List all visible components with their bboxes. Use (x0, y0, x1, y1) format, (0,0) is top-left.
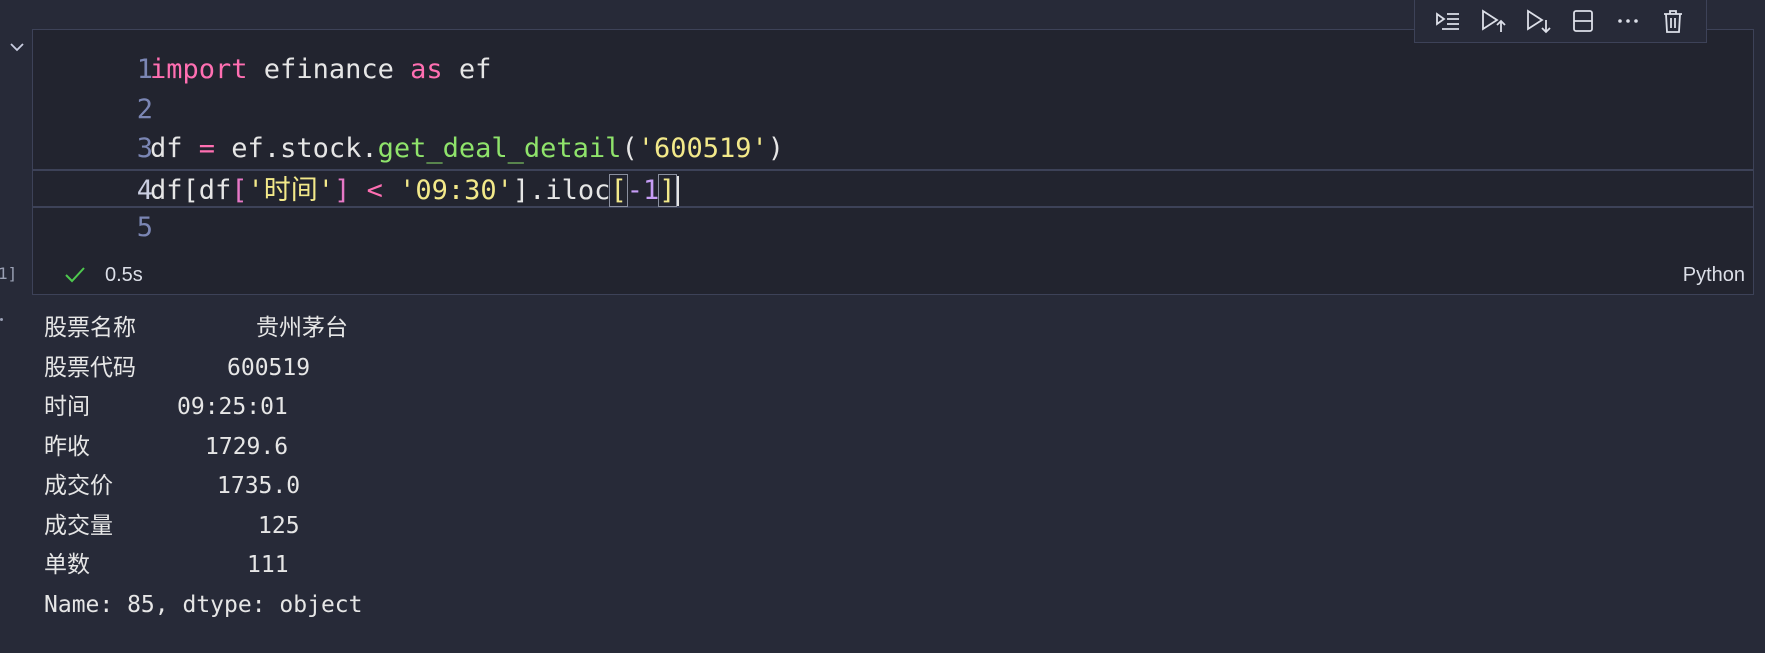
bracket-token: ] (334, 174, 351, 206)
dtype-footer: Name: 85, dtype: object (44, 591, 363, 618)
series-value: 111 (247, 552, 289, 578)
module-token: efinance (247, 54, 411, 85)
alias-token: ef (442, 54, 492, 85)
delete-cell-button[interactable] (1658, 6, 1688, 36)
code-text: df = ef.stock.get_deal_detail('600519') (150, 129, 784, 169)
series-index: 股票名称 (44, 315, 136, 341)
series-value: 600519 (227, 354, 311, 381)
execute-above-button[interactable] (1478, 6, 1508, 36)
line-number: 5 (136, 212, 153, 243)
paren-token: ) (767, 133, 785, 164)
series-value: 1735.0 (217, 473, 301, 499)
keyword-token: import (150, 54, 248, 85)
code-text: import efinance as ef (150, 50, 491, 90)
kernel-language-picker[interactable]: Python (1683, 264, 1745, 287)
series-value: 1729.6 (205, 433, 289, 460)
line-number: 3 (136, 133, 153, 164)
cell-status: 0.5s (63, 263, 143, 287)
code-line-1[interactable]: 1 import efinance as ef (33, 50, 1753, 90)
more-icon (1618, 19, 1639, 23)
variable-token: df[df (150, 174, 232, 206)
line-number: 2 (136, 93, 153, 125)
line-number: 4 (136, 174, 153, 206)
line-number: 1 (136, 54, 153, 85)
series-index: 昨收 (44, 433, 90, 460)
code-line-3[interactable]: 3 df = ef.stock.get_deal_detail('600519'… (33, 129, 1753, 169)
code-line-2[interactable]: 2 (33, 90, 1753, 130)
variable-token: df (150, 133, 199, 164)
check-icon (65, 267, 85, 283)
bracket-token: [ (609, 173, 628, 207)
function-token: get_deal_detail (377, 133, 622, 164)
execution-time: 0.5s (105, 263, 143, 286)
text-cursor (676, 176, 679, 206)
string-token: '时间' (247, 174, 335, 206)
number-token: -1 (626, 174, 660, 206)
code-text: df[df['时间'] < '09:30'].iloc[-1] (150, 171, 679, 211)
run-by-line-icon (1435, 12, 1459, 30)
series-index: 时间 (44, 394, 90, 420)
object-token: ef.stock. (215, 133, 378, 164)
split-cell-icon (1573, 10, 1593, 32)
series-index: 成交量 (44, 512, 113, 539)
execute-below-button[interactable] (1523, 6, 1553, 36)
series-index: 成交价 (44, 473, 113, 499)
code-cell[interactable]: 1 import efinance as ef 2 3 df = ef.stoc… (32, 29, 1754, 295)
execution-count: 1] (0, 264, 18, 283)
keyword-token: as (410, 54, 443, 85)
execute-above-icon (1481, 9, 1506, 32)
more-actions-button[interactable] (1613, 6, 1643, 36)
code-line-4[interactable]: 4 df[df['时间'] < '09:30'].iloc[-1] (33, 168, 1753, 211)
run-by-line-button[interactable] (1433, 6, 1463, 36)
series-index: 单数 (44, 552, 90, 578)
output-marker (0, 318, 3, 321)
method-token: ].iloc (512, 174, 611, 206)
split-cell-button[interactable] (1568, 6, 1598, 36)
string-token: '09:30' (399, 174, 513, 206)
code-line-5[interactable]: 5 (33, 208, 1753, 248)
series-value: 贵州茅台 (256, 315, 348, 341)
bracket-token: [ (231, 174, 248, 206)
string-token: '600519' (637, 133, 768, 164)
notebook-page: 1] 1 import efinance as ef 2 3 df = ef.s… (0, 0, 1765, 653)
cell-toolbar (1414, 0, 1707, 43)
delete-icon (1664, 10, 1683, 33)
operator-token: < (350, 174, 400, 206)
code-editor[interactable]: 1 import efinance as ef 2 3 df = ef.stoc… (33, 50, 1753, 248)
paren-token: ( (621, 133, 638, 164)
series-value: 09:25:01 (177, 394, 288, 420)
series-index: 股票代码 (44, 354, 136, 381)
series-value: 125 (258, 512, 300, 539)
operator-token: = (198, 133, 216, 164)
execute-below-icon (1526, 9, 1551, 34)
collapse-chevron-icon[interactable] (8, 38, 26, 56)
bracket-token: ] (658, 173, 677, 207)
